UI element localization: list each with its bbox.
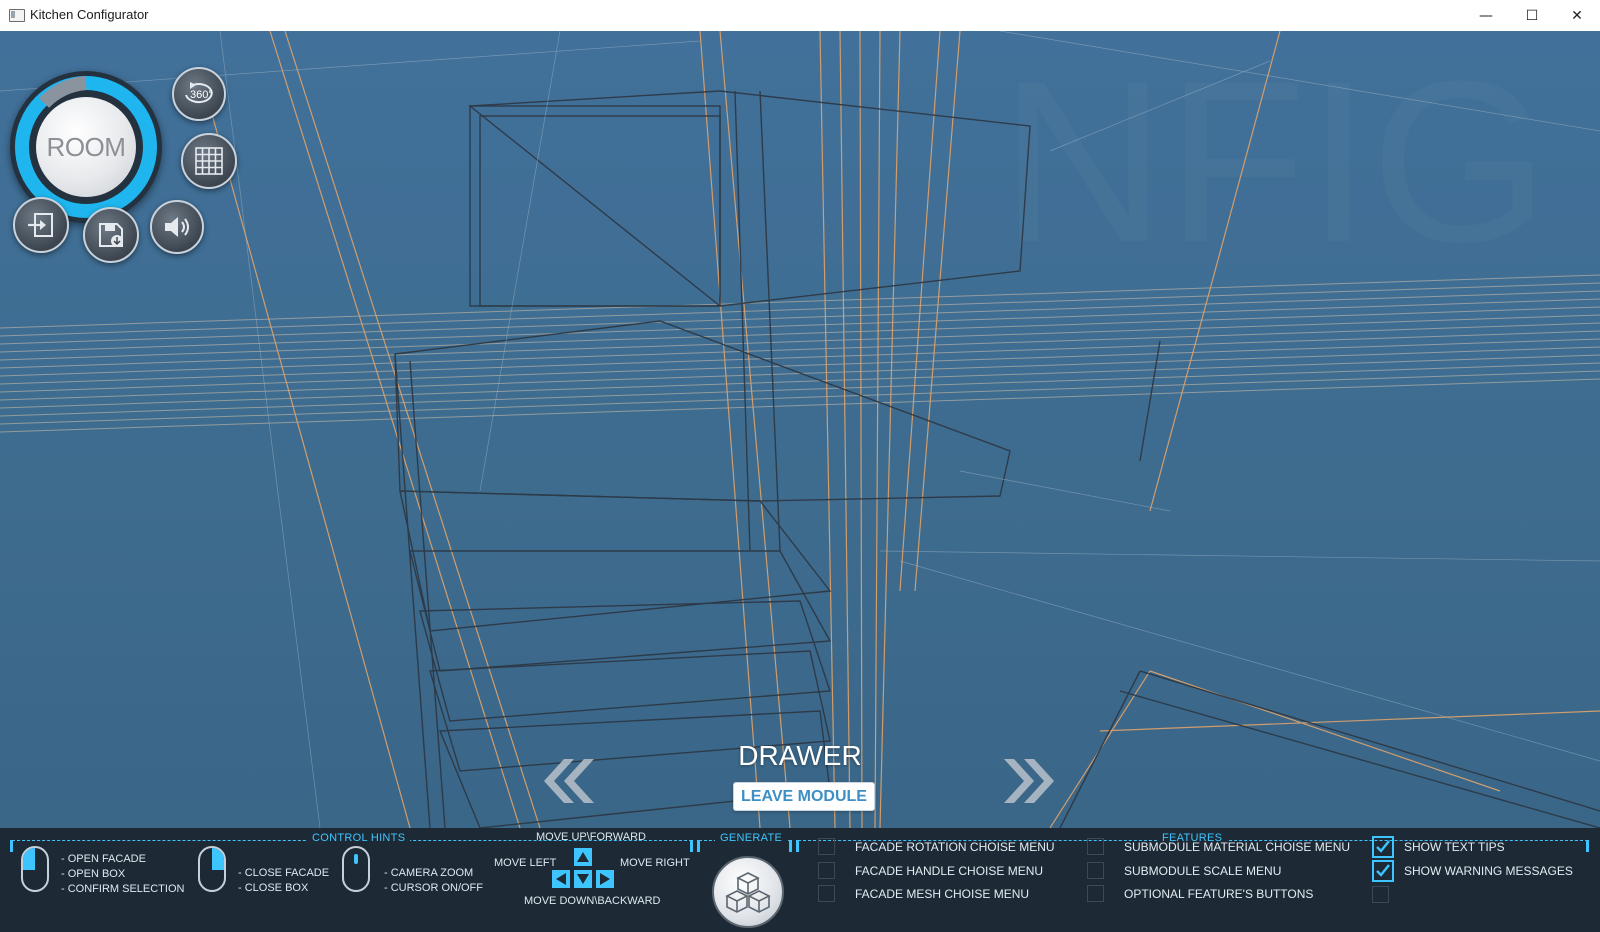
chevron-left-icon xyxy=(544,759,594,803)
grid-icon xyxy=(195,147,223,175)
right-click-hint: - CLOSE FACADE - CLOSE BOX xyxy=(238,867,330,894)
facade-handle-checkbox[interactable] xyxy=(818,862,835,879)
rotate-360-button[interactable]: 360° xyxy=(172,67,226,121)
checkmark-icon xyxy=(1376,840,1390,853)
submodule-scale-checkbox[interactable] xyxy=(1087,862,1104,879)
right-click-mouse-icon xyxy=(198,846,226,892)
generate-label: GENERATE xyxy=(715,832,788,844)
previous-module-button[interactable] xyxy=(534,757,598,805)
move-down-label: MOVE DOWN\BACKWARD xyxy=(524,895,661,907)
control-hints-label: CONTROL HINTS xyxy=(307,832,411,844)
left-click-hint: - OPEN FACADE - OPEN BOX - CONFIRM SELEC… xyxy=(61,853,185,895)
left-click-mouse-icon xyxy=(21,846,49,892)
arrow-up-icon xyxy=(577,852,589,862)
submodule-material-checkbox[interactable] xyxy=(1087,838,1104,855)
close-button[interactable]: ✕ xyxy=(1554,0,1600,31)
speaker-icon xyxy=(165,217,189,237)
save-button[interactable] xyxy=(83,207,139,263)
arrow-right-key[interactable] xyxy=(596,870,614,888)
wireframe-scene: NFIG xyxy=(0,31,1600,828)
feature-facade-mesh[interactable]: FACADE MESH CHOISE MENU xyxy=(818,885,1029,902)
checkmark-icon xyxy=(1376,864,1390,877)
show-warning-messages-checkbox[interactable] xyxy=(1372,860,1394,882)
svg-text:NFIG: NFIG xyxy=(1000,33,1549,290)
optional-buttons-checkbox[interactable] xyxy=(1087,885,1104,902)
save-icon xyxy=(99,223,123,247)
feature-facade-rotation[interactable]: FACADE ROTATION CHOISE MENU xyxy=(818,838,1055,855)
leave-module-button[interactable]: LEAVE MODULE xyxy=(733,782,875,811)
module-name: DRAWER xyxy=(738,740,862,771)
move-up-label: MOVE UP\FORWARD xyxy=(536,831,647,843)
title-bar: Kitchen Configurator — ☐ ✕ xyxy=(0,0,1600,32)
move-left-label: MOVE LEFT xyxy=(494,857,557,869)
exit-icon xyxy=(28,213,53,237)
maximize-button[interactable]: ☐ xyxy=(1509,0,1555,31)
feature-submodule-scale[interactable]: SUBMODULE SCALE MENU xyxy=(1087,862,1281,879)
arrow-left-key[interactable] xyxy=(552,870,570,888)
grid-button[interactable] xyxy=(181,133,237,189)
sound-button[interactable] xyxy=(150,200,204,254)
extra-checkbox[interactable] xyxy=(1372,886,1389,903)
rotate-360-icon: 360° xyxy=(185,82,213,104)
feature-extra[interactable] xyxy=(1372,886,1409,903)
scene-viewport[interactable]: NFIG ROOM 360° xyxy=(0,31,1600,828)
feature-show-warning-messages[interactable]: SHOW WARNING MESSAGES xyxy=(1372,860,1573,882)
feature-submodule-material[interactable]: SUBMODULE MATERIAL CHOISE MENU xyxy=(1087,838,1350,855)
mouse-wheel-icon xyxy=(342,846,370,892)
chevron-right-icon xyxy=(1004,759,1054,803)
cubes-icon xyxy=(725,872,771,913)
next-module-button[interactable] xyxy=(1000,757,1064,805)
arrow-up-key[interactable] xyxy=(574,848,592,866)
room-button[interactable]: ROOM xyxy=(36,97,136,197)
feature-optional-buttons[interactable]: OPTIONAL FEATURE'S BUTTONS xyxy=(1087,885,1313,902)
move-right-label: MOVE RIGHT xyxy=(620,857,690,869)
divider xyxy=(690,840,693,852)
window-title: Kitchen Configurator xyxy=(30,7,149,22)
divider xyxy=(789,840,792,852)
arrow-down-key[interactable] xyxy=(574,870,592,888)
arrow-left-icon xyxy=(556,873,566,885)
show-text-tips-checkbox[interactable] xyxy=(1372,836,1394,858)
divider xyxy=(10,840,13,852)
mouse-wheel-hint: - CAMERA ZOOM - CURSOR ON/OFF xyxy=(384,867,483,894)
feature-facade-handle[interactable]: FACADE HANDLE CHOISE MENU xyxy=(818,862,1043,879)
bottom-panel: CONTROL HINTS GENERATE FEATURES - OPEN F… xyxy=(0,828,1600,932)
svg-text:360°: 360° xyxy=(190,89,213,101)
generate-button[interactable] xyxy=(712,856,784,928)
minimize-button[interactable]: — xyxy=(1463,0,1509,31)
facade-mesh-checkbox[interactable] xyxy=(818,885,835,902)
facade-rotation-checkbox[interactable] xyxy=(818,838,835,855)
divider xyxy=(1586,840,1589,852)
divider xyxy=(697,840,700,852)
app-icon xyxy=(9,9,25,22)
exit-button[interactable] xyxy=(13,197,69,253)
arrow-down-icon xyxy=(577,874,589,884)
feature-show-text-tips[interactable]: SHOW TEXT TIPS xyxy=(1372,836,1505,858)
arrow-right-icon xyxy=(600,873,610,885)
divider xyxy=(796,840,799,852)
